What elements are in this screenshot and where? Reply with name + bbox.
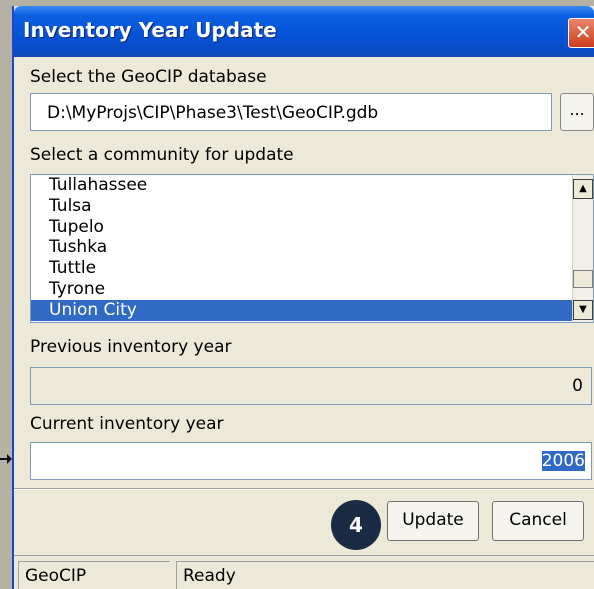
browse-button[interactable]: ... bbox=[560, 93, 594, 131]
button-divider bbox=[14, 488, 594, 490]
inventory-year-update-dialog: Inventory Year Update ✕ Select the GeoCI… bbox=[12, 6, 594, 589]
community-list-item[interactable]: Tupelo bbox=[31, 217, 593, 238]
community-list-item[interactable]: Tushka bbox=[31, 237, 593, 258]
scroll-up-icon: ▲ bbox=[579, 183, 587, 194]
current-year-value: 2006 bbox=[541, 451, 585, 471]
community-list-item[interactable]: Tulsa bbox=[31, 196, 593, 217]
community-list-items: Tullahassee Tulsa Tupelo Tushka Tuttle Tyrone… bbox=[31, 175, 593, 321]
scroll-thumb[interactable] bbox=[573, 270, 593, 288]
listbox-scrollbar[interactable]: ▲ ▼ bbox=[572, 175, 593, 322]
scroll-up-button[interactable]: ▲ bbox=[573, 179, 593, 199]
database-label: Select the GeoCIP database bbox=[30, 67, 267, 87]
close-button[interactable]: ✕ bbox=[568, 18, 594, 48]
step-callout-badge: 4 bbox=[331, 500, 381, 550]
status-state-panel: Ready bbox=[176, 561, 594, 589]
community-list-item[interactable]: Tyrone bbox=[31, 279, 593, 300]
title-bar: Inventory Year Update ✕ bbox=[14, 6, 594, 57]
community-list-item[interactable]: Union City bbox=[31, 299, 593, 321]
pointer-arrow-icon bbox=[0, 454, 12, 464]
scroll-down-icon: ▼ bbox=[579, 304, 587, 315]
database-path-field[interactable]: D:\MyProjs\CIP\Phase3\Test\GeoCIP.gdb bbox=[30, 93, 552, 131]
community-list-item[interactable]: Tullahassee bbox=[31, 175, 593, 196]
current-year-label: Current inventory year bbox=[30, 414, 224, 434]
community-list-item[interactable]: Tuttle bbox=[31, 258, 593, 279]
previous-year-label: Previous inventory year bbox=[30, 337, 232, 357]
scroll-down-button[interactable]: ▼ bbox=[573, 300, 593, 320]
previous-year-field: 0 bbox=[30, 367, 592, 405]
window-title: Inventory Year Update bbox=[23, 18, 277, 42]
current-year-input[interactable]: 2006 bbox=[30, 442, 592, 480]
status-bar: GeoCIP Ready bbox=[14, 555, 594, 589]
community-label: Select a community for update bbox=[30, 145, 294, 165]
status-app-panel: GeoCIP bbox=[18, 561, 170, 589]
cancel-button[interactable]: Cancel bbox=[492, 501, 584, 541]
update-button[interactable]: Update bbox=[387, 501, 479, 541]
community-listbox[interactable]: Tullahassee Tulsa Tupelo Tushka Tuttle Tyrone… bbox=[30, 174, 594, 323]
close-icon: ✕ bbox=[574, 20, 592, 44]
